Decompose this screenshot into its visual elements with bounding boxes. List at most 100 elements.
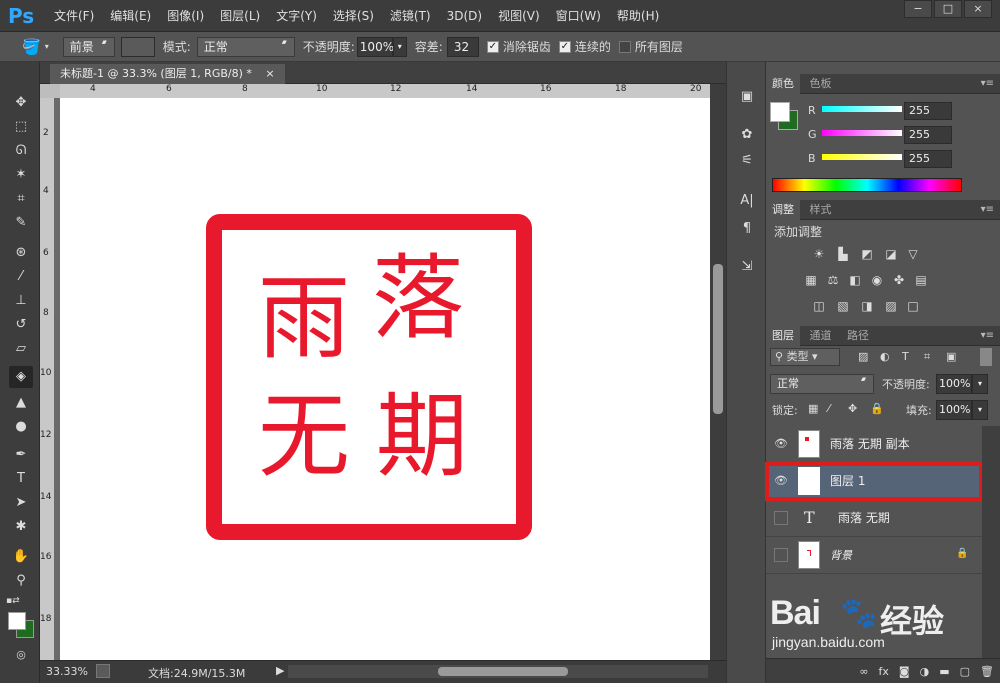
eraser-tool-icon[interactable]: ▱: [9, 338, 33, 360]
antialias-checkbox[interactable]: ✓: [486, 40, 499, 53]
opacity-dropdown[interactable]: ▾: [392, 36, 407, 57]
channel-g-input[interactable]: 255: [904, 126, 952, 144]
fx-icon[interactable]: fx: [879, 665, 889, 678]
tolerance-input[interactable]: 32: [446, 36, 479, 57]
minimize-button[interactable]: −: [904, 0, 932, 18]
tab-layers[interactable]: 图层: [766, 326, 800, 346]
layer-opacity-dropdown[interactable]: ▾: [972, 374, 988, 394]
menu-3d[interactable]: 3D(D): [439, 0, 490, 32]
fill-source-select[interactable]: 前景: [62, 36, 115, 57]
all-layers-checkbox[interactable]: [618, 40, 631, 53]
tool-presets-icon[interactable]: ⚟: [735, 150, 759, 172]
folder-icon[interactable]: ▬: [939, 665, 949, 678]
menu-edit[interactable]: 编辑(E): [102, 0, 159, 32]
canvas-area[interactable]: 落 雨 期 无: [54, 98, 710, 660]
selective-color-icon[interactable]: □: [904, 298, 922, 314]
healing-tool-icon[interactable]: ⊛: [9, 242, 33, 264]
hand-tool-icon[interactable]: ✋: [9, 546, 33, 568]
layer-row[interactable]: T 雨落 无期: [766, 500, 982, 537]
quick-mask-icon[interactable]: ◎: [9, 644, 33, 666]
menu-view[interactable]: 视图(V): [490, 0, 548, 32]
mask-icon[interactable]: ◙: [899, 665, 910, 678]
dodge-tool-icon[interactable]: ●: [9, 416, 33, 438]
visibility-toggle[interactable]: [774, 548, 788, 562]
color-spectrum-bar[interactable]: [772, 178, 962, 192]
default-colors-icon[interactable]: ▪⇄: [6, 596, 20, 606]
history-panel-icon[interactable]: ▣: [735, 86, 759, 108]
panel-menu-icon[interactable]: ▾≡: [981, 326, 994, 346]
foreground-color-swatch[interactable]: [8, 612, 26, 630]
paint-bucket-tool-icon[interactable]: ◈: [9, 366, 33, 388]
menu-window[interactable]: 窗口(W): [548, 0, 609, 32]
pen-tool-icon[interactable]: ✒: [9, 444, 33, 466]
channel-b-slider[interactable]: [822, 154, 902, 160]
blur-tool-icon[interactable]: ▲: [9, 392, 33, 414]
zoom-level[interactable]: 33.33%: [46, 665, 88, 678]
layer-filter-select[interactable]: ⚲ 类型 ▾: [770, 348, 840, 366]
posterize-icon[interactable]: ▧: [834, 298, 852, 314]
filter-toggle-icon[interactable]: [980, 348, 992, 366]
layer-opacity-input[interactable]: 100%: [936, 374, 972, 394]
stamp-tool-icon[interactable]: ⊥: [9, 290, 33, 312]
tab-channels[interactable]: 通道: [804, 326, 838, 346]
filter-adjust-icon[interactable]: ◐: [880, 350, 890, 363]
timeline-panel-icon[interactable]: ⇲: [735, 256, 759, 278]
pattern-picker[interactable]: [120, 36, 155, 57]
fill-dropdown[interactable]: ▾: [972, 400, 988, 420]
menu-layer[interactable]: 图层(L): [212, 0, 268, 32]
move-tool-icon[interactable]: ✥: [9, 92, 33, 114]
menu-select[interactable]: 选择(S): [325, 0, 382, 32]
filter-shape-icon[interactable]: ⌗: [924, 350, 930, 364]
gradient-map-icon[interactable]: ▨: [882, 298, 900, 314]
brightness-icon[interactable]: ☀: [810, 246, 828, 262]
hsl-icon[interactable]: ▦: [802, 272, 820, 288]
panel-menu-icon[interactable]: ▾≡: [981, 74, 994, 94]
document-tab[interactable]: 未标题-1 @ 33.3% (图层 1, RGB/8) * ×: [50, 64, 285, 84]
horizontal-scroll-thumb[interactable]: [438, 667, 568, 676]
trash-icon[interactable]: 🗑: [980, 665, 994, 678]
threshold-icon[interactable]: ◨: [858, 298, 876, 314]
channel-r-slider[interactable]: [822, 106, 902, 112]
brush-tool-icon[interactable]: ⁄: [9, 266, 33, 288]
lock-transparent-icon[interactable]: ▦: [808, 402, 818, 415]
vibrance-icon[interactable]: ▽: [904, 246, 922, 262]
channel-g-slider[interactable]: [822, 130, 902, 136]
status-export-icon[interactable]: [96, 664, 110, 678]
photo-filter-icon[interactable]: ◉: [868, 272, 886, 288]
color-fg-swatch[interactable]: [770, 102, 790, 122]
new-layer-icon[interactable]: ▢: [960, 665, 970, 678]
fill-input[interactable]: 100%: [936, 400, 972, 420]
menu-image[interactable]: 图像(I): [159, 0, 212, 32]
lock-position-icon[interactable]: ✥: [848, 402, 857, 415]
brush-presets-icon[interactable]: ✿: [735, 124, 759, 146]
document-tab-close-icon[interactable]: ×: [265, 67, 274, 80]
layer-row-selected[interactable]: 👁 图层 1: [765, 462, 983, 501]
menu-file[interactable]: 文件(F): [46, 0, 102, 32]
vertical-scroll-thumb[interactable]: [713, 264, 723, 414]
adjustment-icon[interactable]: ◑: [920, 665, 930, 678]
channel-r-input[interactable]: 255: [904, 102, 952, 120]
opacity-input[interactable]: 100%: [356, 36, 394, 57]
paint-bucket-tool-preset[interactable]: 🪣 ▾: [22, 38, 49, 56]
magic-wand-tool-icon[interactable]: ✶: [9, 164, 33, 186]
horizontal-scrollbar[interactable]: [288, 665, 708, 678]
menu-type[interactable]: 文字(Y): [268, 0, 325, 32]
color-balance-icon[interactable]: ⚖: [824, 272, 842, 288]
filter-type-icon[interactable]: T: [902, 350, 909, 363]
paragraph-panel-icon[interactable]: ¶: [735, 218, 759, 240]
path-selection-tool-icon[interactable]: ➤: [9, 492, 33, 514]
marquee-tool-icon[interactable]: ⬚: [9, 116, 33, 138]
black-white-icon[interactable]: ◧: [846, 272, 864, 288]
visibility-eye-icon[interactable]: 👁: [774, 437, 788, 451]
character-panel-icon[interactable]: A|: [735, 190, 759, 212]
type-tool-icon[interactable]: T: [9, 468, 33, 490]
menu-help[interactable]: 帮助(H): [609, 0, 667, 32]
layer-row[interactable]: 背景 🔒: [766, 537, 982, 574]
contiguous-checkbox[interactable]: ✓: [558, 40, 571, 53]
panel-menu-icon[interactable]: ▾≡: [981, 200, 994, 220]
channel-mixer-icon[interactable]: ✤: [890, 272, 908, 288]
exposure-icon[interactable]: ◪: [882, 246, 900, 262]
shape-tool-icon[interactable]: ✱: [9, 516, 33, 538]
invert-icon[interactable]: ◫: [810, 298, 828, 314]
tab-adjustments[interactable]: 调整: [766, 200, 800, 220]
